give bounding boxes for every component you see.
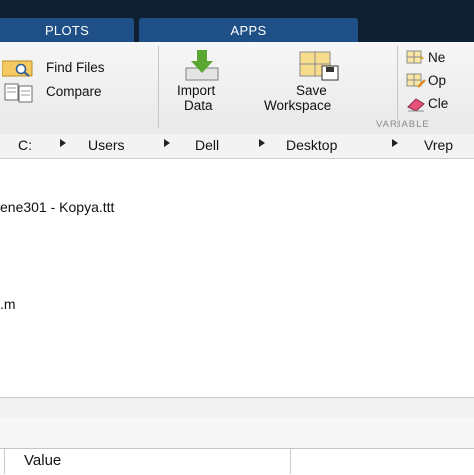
tab-apps-label: APPS	[230, 22, 267, 38]
path-separator-icon[interactable]	[60, 139, 66, 147]
workspace-table-header	[0, 448, 474, 475]
path-segment-users[interactable]: Users	[88, 137, 125, 153]
file-list-item[interactable]: ene301 - Kopya.ttt	[0, 199, 360, 217]
path-segment-vrep[interactable]: Vrep	[424, 137, 453, 153]
file-name: ene301 - Kopya.ttt	[0, 199, 115, 215]
open-variable-button[interactable]: Op	[404, 71, 474, 93]
column-divider[interactable]	[290, 449, 291, 474]
open-variable-label: Op	[428, 73, 447, 88]
import-data-label-line2: Data	[184, 98, 213, 113]
save-workspace-button[interactable]: Save Workspace	[258, 46, 388, 114]
ribbon-separator	[158, 46, 159, 128]
ribbon-separator	[397, 46, 398, 128]
details-panel	[0, 418, 474, 448]
tab-apps[interactable]: APPS	[139, 18, 358, 42]
file-name: .m	[0, 296, 16, 312]
new-variable-label: Ne	[428, 50, 446, 65]
compare-button[interactable]: Compare	[0, 82, 146, 104]
path-drive[interactable]: C:	[18, 137, 32, 153]
variable-section-label: VARIABLE	[376, 119, 430, 130]
save-workspace-icon	[299, 51, 339, 81]
eraser-icon	[407, 98, 425, 112]
current-folder-file-list	[0, 159, 474, 397]
current-folder-address-bar[interactable]	[0, 134, 474, 159]
tab-plots[interactable]: PLOTS	[0, 18, 134, 42]
file-list-item[interactable]: .m	[0, 296, 200, 314]
save-workspace-label-line1: Save	[296, 83, 327, 98]
path-separator-icon[interactable]	[392, 139, 398, 147]
tab-plots-label: PLOTS	[44, 22, 90, 38]
find-files-button[interactable]: Find Files	[0, 58, 146, 80]
open-variable-icon	[406, 73, 426, 88]
save-workspace-label-line2: Workspace	[264, 98, 332, 113]
path-separator-icon[interactable]	[259, 139, 265, 147]
workspace-column-value[interactable]: Value	[24, 452, 61, 469]
import-data-button[interactable]: Import Data	[168, 46, 250, 114]
find-files-label: Find Files	[46, 60, 105, 75]
compare-icon	[4, 83, 33, 103]
compare-label: Compare	[46, 84, 102, 99]
clear-workspace-button[interactable]: Cle	[404, 94, 474, 116]
new-variable-icon	[406, 50, 424, 64]
clear-workspace-label: Cle	[428, 96, 449, 111]
find-files-icon	[2, 60, 33, 77]
path-segment-desktop[interactable]: Desktop	[286, 137, 337, 153]
details-panel-bar[interactable]	[0, 397, 474, 419]
path-segment-dell[interactable]: Dell	[195, 137, 219, 153]
new-variable-button[interactable]: Ne	[404, 48, 474, 70]
path-separator-icon[interactable]	[164, 139, 170, 147]
import-data-icon	[185, 50, 219, 81]
column-divider[interactable]	[4, 449, 5, 474]
import-data-label-line1: Import	[177, 83, 216, 98]
